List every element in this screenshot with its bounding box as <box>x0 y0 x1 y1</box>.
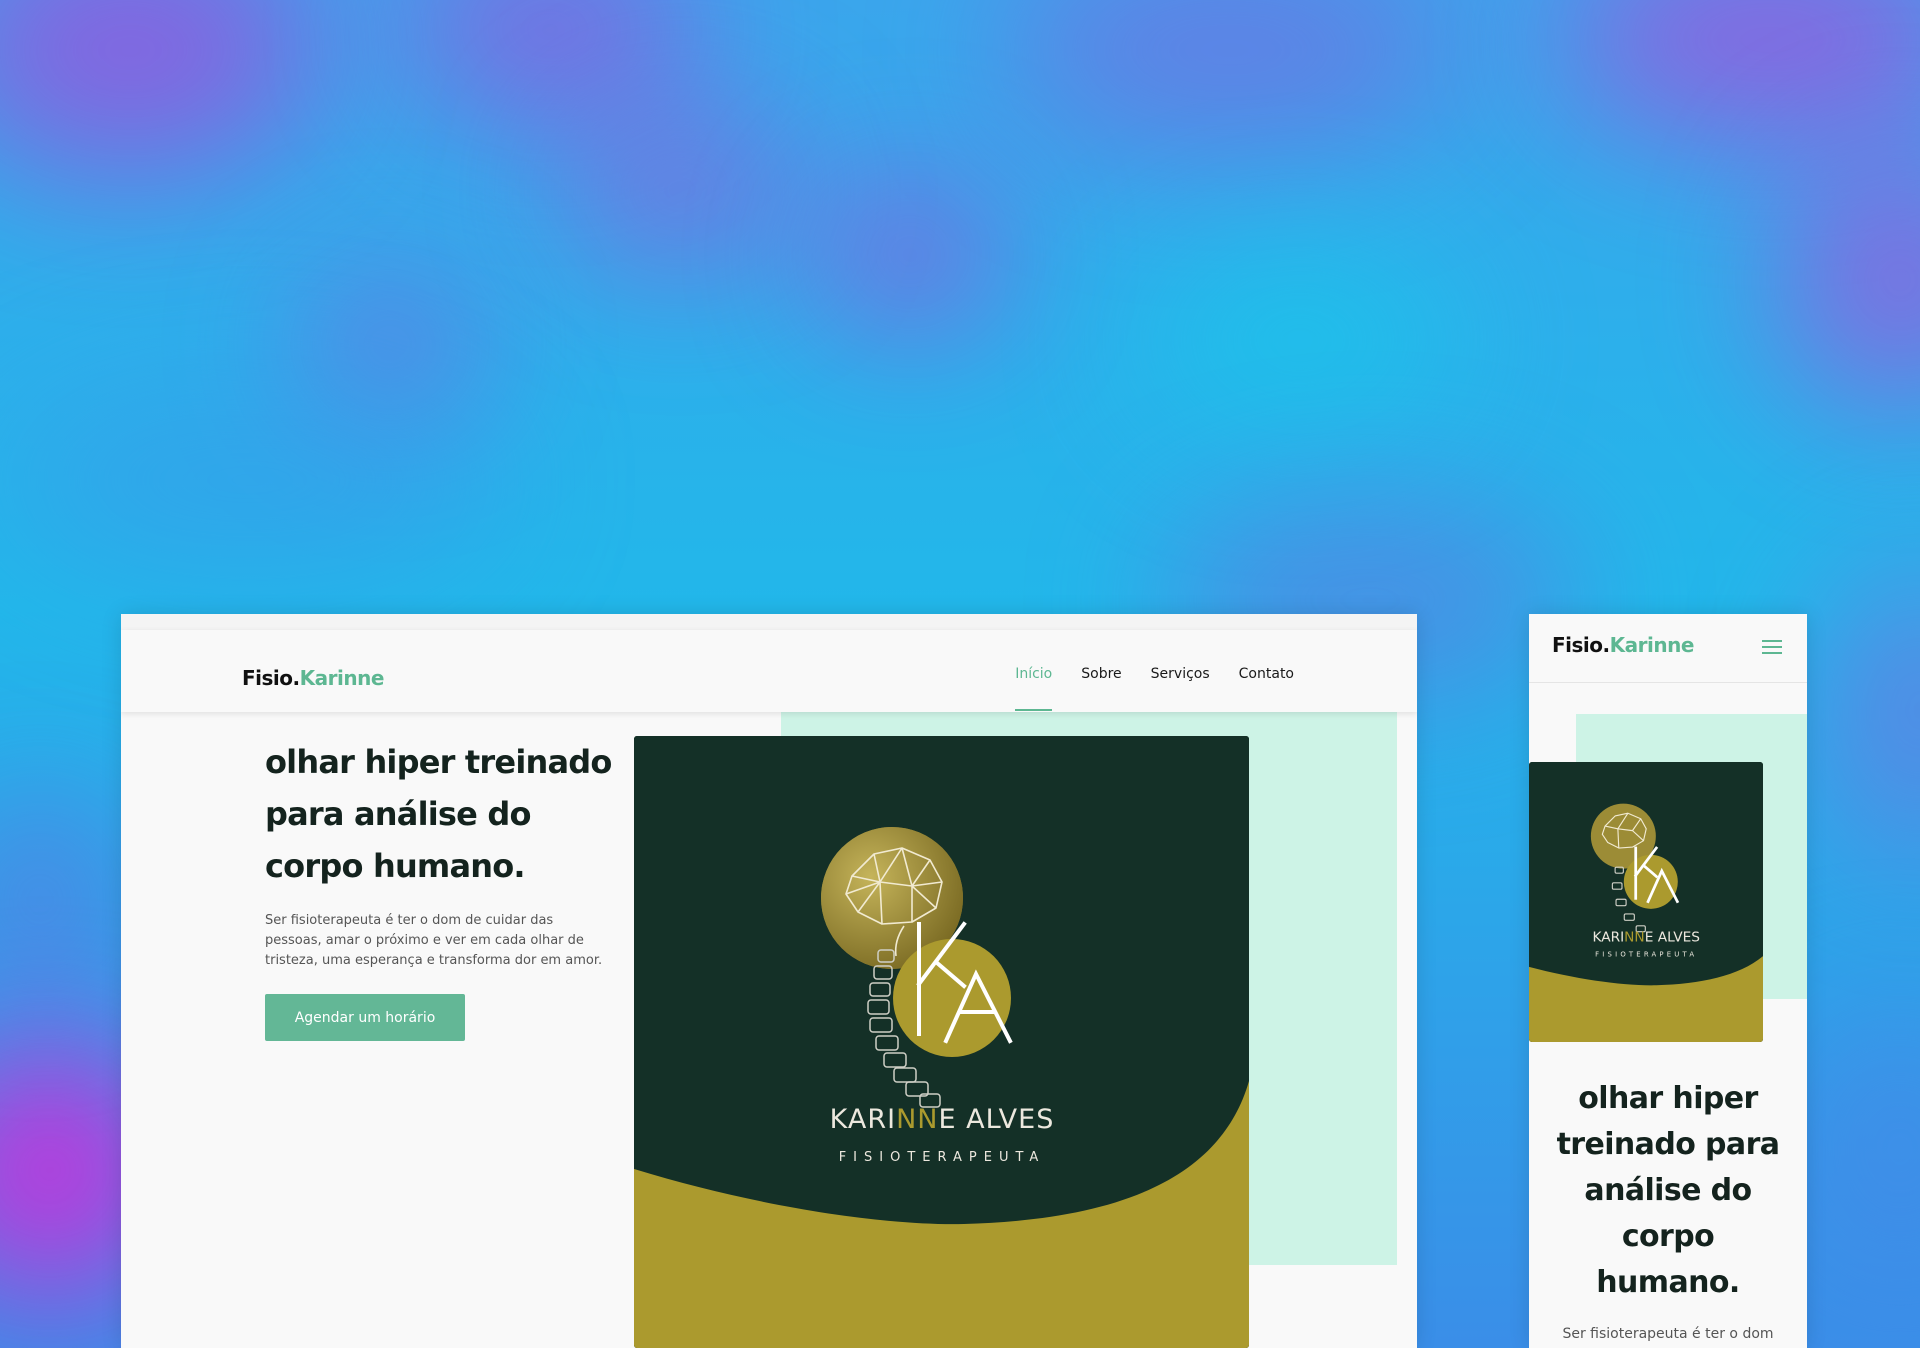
hero-description-line: tristeza, uma esperança e transforma dor… <box>265 953 603 968</box>
hero-description-line: pessoas, amar o próximo e ver em cada ol… <box>265 933 584 948</box>
hero-title: olhar hiper treinado para análise do cor… <box>265 736 635 892</box>
hero-description: Ser fisioterapeuta é ter o dom de cuidar… <box>265 911 625 971</box>
desktop-mockup: Fisio.Karinne Início Sobre Serviços Cont… <box>121 614 1417 1348</box>
brand-name: Karinne <box>299 666 385 690</box>
svg-text:KARINNE ALVES: KARINNE ALVES <box>830 1104 1055 1135</box>
hero-description-line: Ser fisioterapeuta é ter o dom de cuidar… <box>265 913 554 928</box>
svg-text:KARINNE ALVES: KARINNE ALVES <box>1592 929 1700 945</box>
nav-link-inicio[interactable]: Início <box>1015 666 1053 711</box>
nav-link-contato[interactable]: Contato <box>1239 666 1294 682</box>
mobile-hero-title: olhar hiper treinado para análise do cor… <box>1541 1076 1795 1306</box>
hero-text: olhar hiper treinado para análise do cor… <box>265 736 635 971</box>
brand-name: Karinne <box>1609 633 1695 657</box>
hamburger-menu-icon[interactable] <box>1762 640 1782 654</box>
mobile-brand-logo[interactable]: Fisio.Karinne <box>1552 633 1694 657</box>
mobile-hero-title-line: olhar hiper <box>1578 1081 1758 1116</box>
schedule-appointment-button[interactable]: Agendar um horário <box>265 994 465 1041</box>
mobile-navbar: Fisio.Karinne <box>1529 614 1807 683</box>
nav-link-servicos[interactable]: Serviços <box>1151 666 1210 682</box>
logo-name-part1: KARI <box>830 1104 896 1135</box>
nav-link-sobre[interactable]: Sobre <box>1081 666 1121 682</box>
mobile-hero-description: Ser fisioterapeuta é ter o dom <box>1562 1326 1774 1342</box>
karinne-alves-logo-image: KARINNE ALVES FISIOTERAPEUTA <box>634 736 1249 1348</box>
brand-prefix: Fisio. <box>1552 633 1610 657</box>
svg-text:FISIOTERAPEUTA: FISIOTERAPEUTA <box>1595 950 1697 958</box>
mobile-hero-title-line: corpo <box>1621 1219 1715 1254</box>
mobile-logo-image: KARINNE ALVES FISIOTERAPEUTA <box>1529 762 1763 1042</box>
logo-name-part2: E ALVES <box>938 1104 1054 1135</box>
mobile-hero-title-line: treinado para <box>1556 1127 1780 1162</box>
logo-subtitle: FISIOTERAPEUTA <box>839 1150 1046 1165</box>
navbar: Fisio.Karinne Início Sobre Serviços Cont… <box>121 630 1417 712</box>
hero-title-line: olhar hiper treinado <box>265 743 612 781</box>
hero-title-line: corpo humano. <box>265 847 526 885</box>
brand-logo[interactable]: Fisio.Karinne <box>242 666 384 690</box>
brand-prefix: Fisio. <box>242 666 300 690</box>
mobile-hero-title-line: humano. <box>1596 1265 1740 1300</box>
mobile-hero-title-line: análise do <box>1584 1173 1752 1208</box>
browser-top-strip <box>121 614 1417 631</box>
nav-links: Início Sobre Serviços Contato <box>1015 666 1294 711</box>
hero-title-line: para análise do <box>265 795 532 833</box>
mobile-mockup: Fisio.Karinne KARINNE ALVES FISIOTERAPEU… <box>1529 614 1807 1348</box>
logo-name-highlight: NN <box>896 1104 938 1135</box>
